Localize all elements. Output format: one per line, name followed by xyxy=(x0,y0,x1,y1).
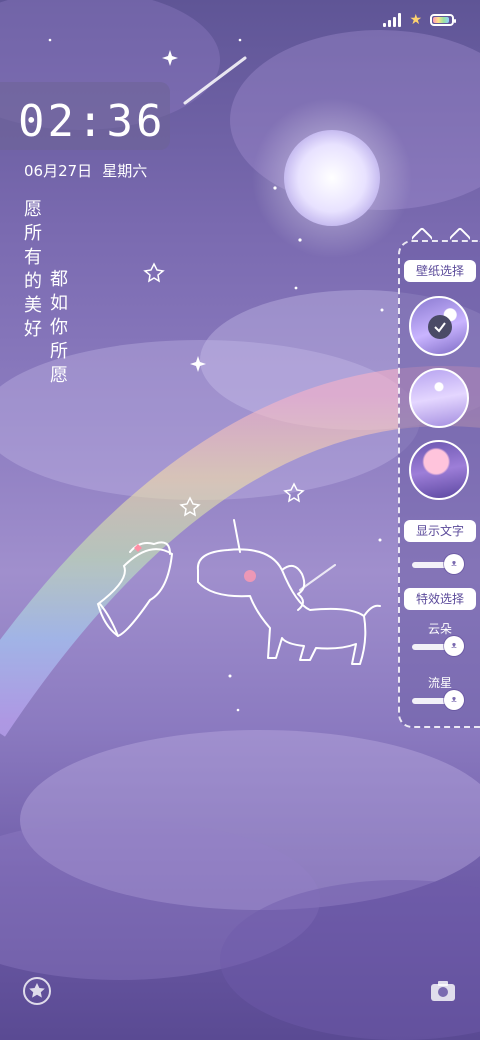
camera-icon[interactable] xyxy=(428,976,458,1006)
poem-char: 好 xyxy=(24,319,42,340)
wallpaper-thumb-3[interactable] xyxy=(409,440,469,500)
cloud-slider[interactable]: ᴥ xyxy=(412,636,464,656)
weekday-text: 星期六 xyxy=(102,162,148,180)
show-text-title: 显示文字 xyxy=(404,520,476,542)
poem-char: 的 xyxy=(24,271,42,292)
star-circle-icon[interactable] xyxy=(22,976,52,1006)
bunny-knob-icon[interactable]: ᴥ xyxy=(444,690,464,710)
lockscreen-date: 06月27日 星期六 xyxy=(24,160,147,181)
poem-column-2: 都 如 你 所 愿 xyxy=(48,268,70,388)
signal-icon xyxy=(383,13,402,27)
poem-char: 愿 xyxy=(50,365,68,386)
cloud-label: 云朵 xyxy=(427,622,452,636)
show-text-slider[interactable]: ᴥ xyxy=(412,554,464,574)
selected-check-icon xyxy=(428,315,452,339)
effects-select-title: 特效选择 xyxy=(404,588,476,610)
bunny-knob-icon[interactable]: ᴥ xyxy=(444,554,464,574)
meteor-label: 流星 xyxy=(427,676,452,690)
wallpaper-settings-panel: 壁纸选择 显示文字 ᴥ 特效选择 云朵 ᴥ 流星 ᴥ xyxy=(398,226,480,728)
poem-char: 愿 xyxy=(24,199,42,220)
poem-char: 你 xyxy=(50,317,68,338)
poem-char: 都 xyxy=(50,269,68,290)
poem-column-1: 愿 所 有 的 美 好 xyxy=(22,198,44,342)
bunny-knob-icon[interactable]: ᴥ xyxy=(444,636,464,656)
poem-char: 有 xyxy=(24,247,42,268)
battery-icon xyxy=(430,14,456,26)
poem-char: 所 xyxy=(50,341,68,362)
wallpaper-thumb-1[interactable] xyxy=(409,296,469,356)
meteor-slider[interactable]: ᴥ xyxy=(412,690,464,710)
lockscreen-clock: 02:36 xyxy=(18,96,166,147)
poem-char: 美 xyxy=(24,295,42,316)
poem-char: 如 xyxy=(50,293,68,314)
wallpaper-thumb-2[interactable] xyxy=(409,368,469,428)
star-status-icon: ★ xyxy=(409,12,422,28)
date-text: 06月27日 xyxy=(24,162,93,180)
status-bar: ★ xyxy=(383,12,456,28)
poem-char: 所 xyxy=(24,223,42,244)
wallpaper-select-title: 壁纸选择 xyxy=(404,260,476,282)
